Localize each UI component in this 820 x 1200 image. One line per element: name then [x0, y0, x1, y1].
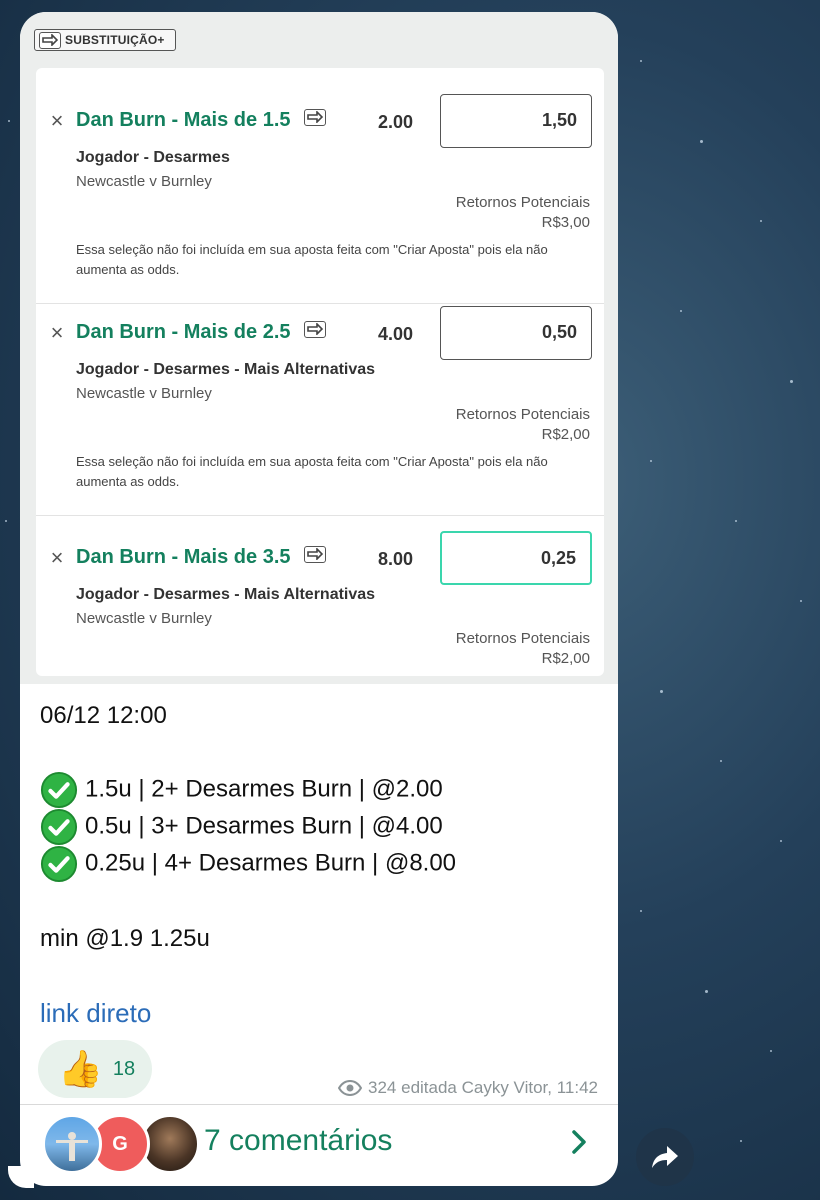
message-line-2: 0.5u | 3+ Desarmes Burn | @4.00	[40, 808, 443, 846]
statue-icon	[56, 1132, 88, 1161]
check-icon	[40, 808, 78, 846]
betslip-card: × Dan Burn - Mais de 1.5 2.00 1,50 Jogad…	[36, 68, 604, 676]
share-button[interactable]	[636, 1128, 694, 1186]
selection-title: Dan Burn - Mais de 2.5	[76, 321, 291, 343]
selection-note: Essa seleção não foi incluída em sua apo…	[76, 454, 548, 489]
selection-1: × Dan Burn - Mais de 1.5 2.00 1,50 Jogad…	[36, 68, 604, 304]
check-icon	[40, 845, 78, 883]
thumbs-up-icon: 👍	[58, 1048, 103, 1089]
selection-market: Jogador - Desarmes	[76, 149, 230, 166]
selection-market: Jogador - Desarmes - Mais Alternativas	[76, 586, 376, 603]
stake-input[interactable]: 1,50	[440, 94, 592, 148]
avatar	[42, 1114, 102, 1174]
returns-label: Retornos Potenciais	[455, 630, 590, 647]
message-line-text: 0.25u | 4+ Desarmes Burn | @8.00	[85, 849, 457, 877]
avatar-letter: G	[112, 1132, 128, 1155]
message-min-line: min @1.9 1.25u	[40, 925, 210, 952]
check-icon	[40, 771, 78, 809]
swap-icon	[39, 31, 61, 49]
close-icon[interactable]: ×	[48, 322, 66, 344]
reaction-count: 18	[112, 1057, 136, 1080]
selection-2: × Dan Burn - Mais de 2.5 4.00 0,50 Jogad…	[36, 304, 604, 516]
message-datetime: 06/12 12:00	[40, 702, 167, 729]
selection-3: × Dan Burn - Mais de 3.5 8.00 0,25 Jogad…	[36, 516, 604, 676]
message-line-3: 0.25u | 4+ Desarmes Burn | @8.00	[40, 845, 456, 883]
stake-input[interactable]: 0,50	[440, 306, 592, 360]
close-icon[interactable]: ×	[48, 547, 66, 569]
selection-title: Dan Burn - Mais de 1.5	[76, 109, 291, 131]
selection-event: Newcastle v Burnley	[76, 385, 212, 402]
substitution-label: SUBSTITUIÇÃO+	[65, 33, 165, 47]
returns-label: Retornos Potenciais	[455, 194, 590, 211]
reaction-thumbs-up[interactable]: 👍 18	[38, 1040, 152, 1098]
view-count: 324	[368, 1078, 397, 1097]
stake-input-active[interactable]: 0,25	[440, 531, 592, 585]
selection-odds: 2.00	[378, 112, 414, 132]
returns-label: Retornos Potenciais	[455, 406, 590, 423]
selection-odds: 4.00	[378, 324, 414, 344]
comments-divider	[20, 1104, 618, 1105]
selection-odds: 8.00	[378, 549, 414, 569]
selection-note: Essa seleção não foi incluída em sua apo…	[76, 242, 548, 277]
betslip-screenshot: SUBSTITUIÇÃO+ × Dan Burn - Mais de 1.5 2…	[20, 12, 618, 684]
edited-author-time: editada Cayky Vitor, 11:42	[401, 1078, 598, 1097]
swap-icon	[304, 109, 326, 126]
close-icon[interactable]: ×	[48, 110, 66, 132]
eye-icon	[338, 1080, 362, 1096]
comments-link[interactable]: 7 comentários	[204, 1124, 392, 1158]
swap-icon	[304, 321, 326, 338]
substitution-tag: SUBSTITUIÇÃO+	[34, 29, 176, 51]
message-line-text: 0.5u | 3+ Desarmes Burn | @4.00	[85, 812, 443, 840]
channel-post-bubble: SUBSTITUIÇÃO+ × Dan Burn - Mais de 1.5 2…	[20, 12, 618, 1186]
selection-event: Newcastle v Burnley	[76, 610, 212, 627]
direct-link[interactable]: link direto	[40, 998, 151, 1029]
share-icon	[652, 1146, 678, 1168]
message-line-text: 1.5u | 2+ Desarmes Burn | @2.00	[85, 775, 443, 803]
returns-value: R$3,00	[541, 214, 590, 231]
selection-event: Newcastle v Burnley	[76, 173, 212, 190]
post-meta: 324 editada Cayky Vitor, 11:42	[338, 1078, 598, 1098]
chevron-right-icon[interactable]	[570, 1128, 588, 1156]
message-line-1: 1.5u | 2+ Desarmes Burn | @2.00	[40, 771, 443, 809]
selection-title: Dan Burn - Mais de 3.5	[76, 546, 291, 568]
commenter-avatars: G	[42, 1114, 200, 1174]
returns-value: R$2,00	[541, 650, 590, 667]
swap-icon	[304, 546, 326, 563]
returns-value: R$2,00	[541, 426, 590, 443]
selection-market: Jogador - Desarmes - Mais Alternativas	[76, 361, 376, 378]
